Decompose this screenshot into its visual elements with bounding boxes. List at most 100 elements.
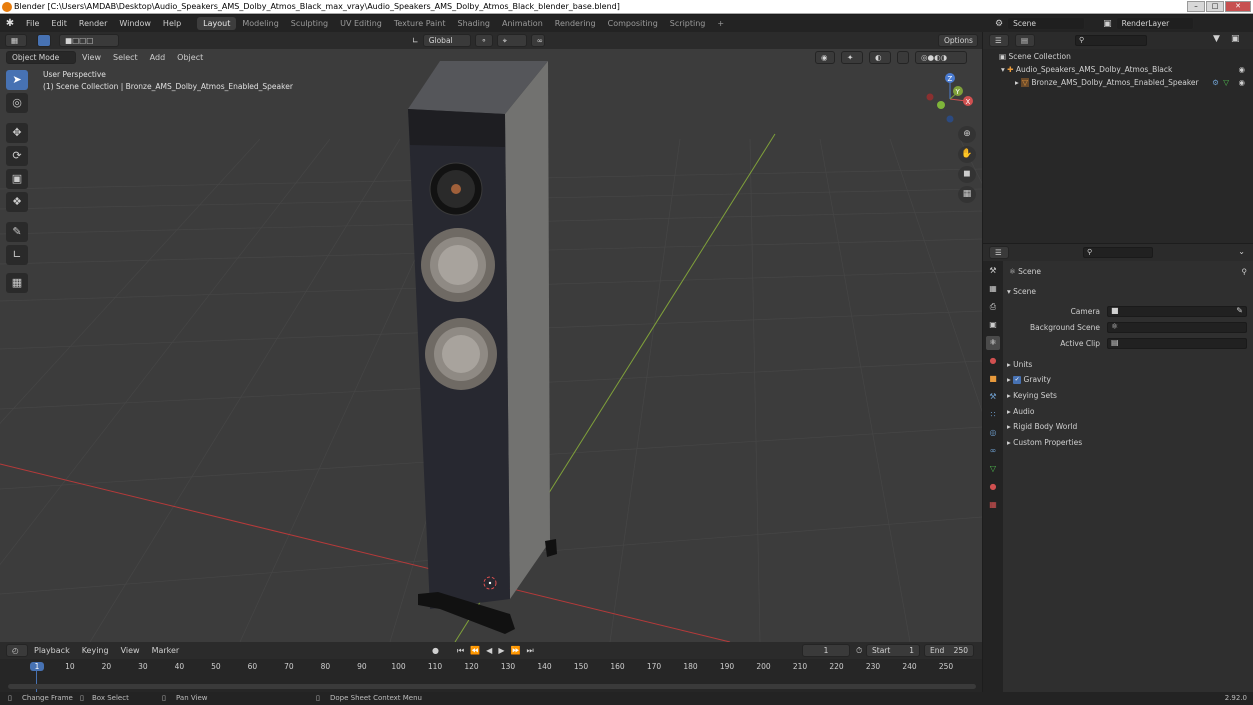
measure-tool-icon[interactable]: ∟	[6, 245, 28, 265]
active-clip-field[interactable]: ▤	[1107, 338, 1247, 349]
timeline-menu-playback[interactable]: Playback	[28, 646, 76, 655]
close-button[interactable]: ✕	[1225, 1, 1251, 12]
scene-tab-icon[interactable]: ⚛	[986, 336, 1000, 350]
modifiers-tab-icon[interactable]: ⚒	[986, 390, 1000, 404]
transform-orientation-dropdown[interactable]: Global	[422, 34, 471, 47]
timeline-editor-type[interactable]: ◴	[6, 644, 28, 657]
end-frame-field[interactable]: End 250	[924, 644, 974, 657]
select-box-icon[interactable]	[37, 34, 51, 47]
add-cube-tool-icon[interactable]: ▦	[6, 273, 28, 293]
blender-menu-icon[interactable]: ✱	[0, 18, 20, 29]
render-tab-icon[interactable]: ▦	[986, 282, 1000, 296]
selection-mode-buttons[interactable]: ■□□□	[59, 34, 119, 47]
tab-modeling[interactable]: Modeling	[236, 17, 284, 30]
tab-uv-editing[interactable]: UV Editing	[334, 17, 388, 30]
jump-end-icon[interactable]: ⏭	[526, 646, 533, 656]
xray-icon[interactable]	[897, 50, 909, 64]
gravity-checkbox[interactable]: ✓	[1013, 376, 1022, 384]
tab-sculpting[interactable]: Sculpting	[285, 17, 334, 30]
prev-keyframe-icon[interactable]: ⏪	[470, 646, 480, 655]
tab-scripting[interactable]: Scripting	[664, 17, 712, 30]
pivot-icon[interactable]: ⚬	[474, 34, 493, 47]
timeline-menu-view[interactable]: View	[115, 646, 146, 655]
particles-tab-icon[interactable]: ∷	[986, 408, 1000, 422]
render-layer-selector[interactable]: RenderLayer	[1115, 17, 1194, 30]
world-tab-icon[interactable]: ●	[986, 354, 1000, 368]
outliner-item[interactable]: ▾ ✚ Audio_Speakers_AMS_Dolby_Atmos_Black…	[983, 63, 1253, 76]
current-frame-field[interactable]: 1	[802, 644, 850, 657]
menu-edit[interactable]: Edit	[45, 19, 73, 28]
camera-view-icon[interactable]: ◼	[958, 166, 976, 183]
pin-icon[interactable]: ⚲	[1242, 267, 1248, 276]
filter-icon[interactable]: ▼	[1213, 34, 1220, 44]
shading-modes[interactable]: ◎●◐◑	[915, 50, 967, 64]
add-workspace-button[interactable]: +	[711, 17, 730, 30]
tab-compositing[interactable]: Compositing	[602, 17, 664, 30]
material-tab-icon[interactable]: ●	[986, 480, 1000, 494]
gizmos-icon[interactable]: ✦	[841, 50, 863, 64]
properties-search-input[interactable]: ⚲	[1083, 247, 1153, 258]
mode-dropdown[interactable]: Object Mode	[6, 50, 76, 64]
viewport-menu-add[interactable]: Add	[144, 53, 172, 62]
playhead-line[interactable]	[36, 671, 37, 693]
overlays-icon[interactable]: ◐	[869, 50, 891, 64]
timeline-scrollbar[interactable]	[8, 684, 976, 689]
tab-rendering[interactable]: Rendering	[549, 17, 602, 30]
units-section[interactable]: ▸ Units	[1007, 360, 1032, 369]
background-scene-field[interactable]: ⚛	[1107, 322, 1247, 333]
timeline[interactable]: 1 10 20 30 40 50 60 70 80 90 100 110 120 130 140 150 160…	[0, 659, 982, 693]
options-dropdown[interactable]: Options	[938, 34, 978, 47]
play-reverse-icon[interactable]: ◀	[486, 646, 492, 655]
eye-icon[interactable]: ◉	[1238, 63, 1245, 76]
scale-tool-icon[interactable]: ▣	[6, 169, 28, 189]
snap-icon[interactable]: ⌖	[496, 34, 527, 47]
select-tool-icon[interactable]: ➤	[6, 70, 28, 90]
tool-tab-icon[interactable]: ⚒	[986, 264, 1000, 278]
object-tab-icon[interactable]: ■	[986, 372, 1000, 386]
proportional-edit-icon[interactable]: ∞	[530, 34, 545, 47]
eyedropper-icon[interactable]: ✎	[1236, 306, 1243, 315]
rotate-tool-icon[interactable]: ⟳	[6, 146, 28, 166]
visibility-icon[interactable]: ◉	[815, 50, 835, 64]
jump-start-icon[interactable]: ⏮	[457, 646, 464, 656]
custom-properties-section[interactable]: ▸ Custom Properties	[1007, 438, 1082, 447]
tab-layout[interactable]: Layout	[197, 17, 237, 30]
navigation-gizmo[interactable]: Z X Y	[926, 73, 974, 123]
record-icon[interactable]: ●	[432, 646, 439, 655]
new-collection-icon[interactable]: ▣	[1231, 34, 1240, 44]
eye-icon[interactable]: ◉	[1238, 76, 1245, 89]
transform-tool-icon[interactable]: ❖	[6, 192, 28, 212]
pan-hand-icon[interactable]: ✋	[958, 146, 976, 163]
physics-tab-icon[interactable]: ◎	[986, 426, 1000, 440]
viewport-menu-select[interactable]: Select	[107, 53, 144, 62]
cursor-tool-icon[interactable]: ◎	[6, 93, 28, 113]
viewport-menu-object[interactable]: Object	[171, 53, 209, 62]
expand-arrow-icon[interactable]: ▾	[1001, 65, 1005, 74]
properties-editor-type[interactable]: ☰	[989, 246, 1009, 259]
speaker-model[interactable]	[408, 61, 557, 634]
camera-field[interactable]: ■ ✎	[1107, 306, 1247, 317]
scene-selector[interactable]: Scene	[1007, 17, 1086, 30]
tab-shading[interactable]: Shading	[451, 17, 496, 30]
menu-render[interactable]: Render	[73, 19, 113, 28]
maximize-button[interactable]: □	[1206, 1, 1224, 12]
menu-window[interactable]: Window	[113, 19, 157, 28]
menu-help[interactable]: Help	[157, 19, 187, 28]
start-frame-field[interactable]: Start 1	[866, 644, 920, 657]
data-tab-icon[interactable]: ▽	[986, 462, 1000, 476]
annotate-tool-icon[interactable]: ✎	[6, 222, 28, 242]
timeline-menu-marker[interactable]: Marker	[146, 646, 186, 655]
tab-texture-paint[interactable]: Texture Paint	[388, 17, 452, 30]
outliner-display-mode[interactable]: ▤	[1015, 34, 1035, 47]
scene-panel-header[interactable]: ▾ Scene	[1007, 287, 1036, 296]
outliner-editor-type[interactable]: ☰	[989, 34, 1009, 47]
editor-type-button[interactable]: ▦	[5, 34, 27, 47]
expand-arrow-icon[interactable]: ▸	[1015, 78, 1019, 87]
view-layer-tab-icon[interactable]: ▣	[986, 318, 1000, 332]
next-keyframe-icon[interactable]: ⏩	[510, 646, 520, 655]
outliner-root[interactable]: ▣ Scene Collection	[983, 50, 1253, 63]
keying-sets-section[interactable]: ▸ Keying Sets	[1007, 391, 1057, 400]
outliner-item[interactable]: ▸ ▽ Bronze_AMS_Dolby_Atmos_Enabled_Speak…	[983, 76, 1253, 89]
texture-tab-icon[interactable]: ▦	[986, 498, 1000, 512]
play-icon[interactable]: ▶	[498, 646, 504, 655]
